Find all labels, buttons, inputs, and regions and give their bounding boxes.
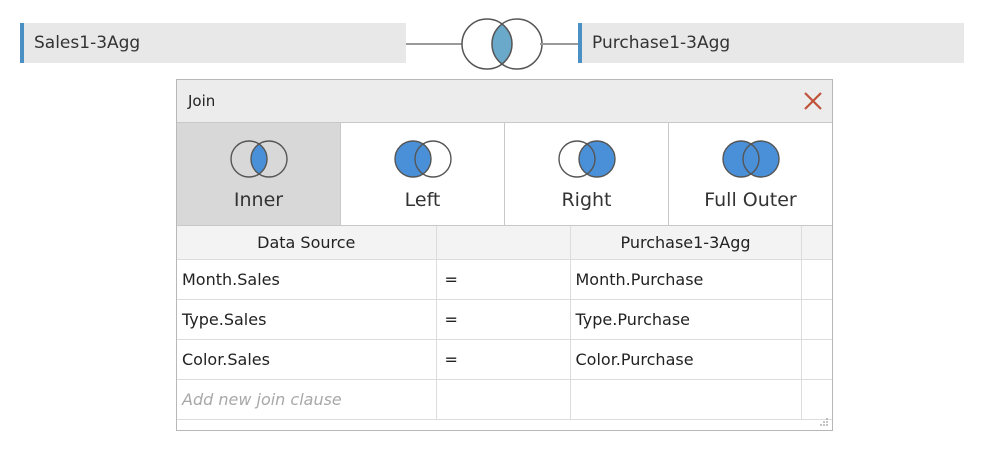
join-type-left-button[interactable]: Left: [341, 123, 505, 225]
add-join-clause-cell[interactable]: Add new join clause: [177, 379, 437, 420]
right-field-cell[interactable]: Type.Purchase: [570, 299, 802, 340]
right-data-source-pill[interactable]: Purchase1-3Agg: [578, 23, 964, 63]
left-data-source-label: Sales1-3Agg: [34, 33, 141, 53]
join-type-label: Right: [561, 189, 612, 211]
column-header-spacer: [801, 226, 832, 260]
connector-line-left: [406, 43, 462, 45]
column-header-operator: [436, 226, 571, 260]
column-header-right-source: Purchase1-3Agg: [570, 226, 802, 260]
resize-grip-icon[interactable]: [819, 417, 829, 427]
join-clause-table: Data Source Purchase1-3Agg Month.Sales =…: [177, 226, 832, 420]
right-field-cell[interactable]: Month.Purchase: [570, 259, 802, 300]
join-dialog: Join Inner Left Right Full Outer Data So…: [176, 79, 833, 431]
row-spacer-cell: [801, 259, 832, 300]
join-type-label: Full Outer: [704, 189, 797, 211]
row-spacer-cell: [801, 339, 832, 380]
operator-cell[interactable]: =: [436, 259, 571, 300]
join-type-selector: Inner Left Right Full Outer: [177, 123, 832, 226]
inner-join-venn-icon[interactable]: [458, 16, 546, 72]
add-clause-row: Add new join clause: [177, 379, 832, 420]
right-join-icon: [557, 140, 616, 178]
join-type-right-button[interactable]: Right: [505, 123, 669, 225]
table-header-row: Data Source Purchase1-3Agg: [177, 226, 832, 260]
row-spacer-cell: [801, 299, 832, 340]
join-type-label: Left: [404, 189, 441, 211]
join-type-inner-button[interactable]: Inner: [177, 123, 341, 225]
connector-line-right: [540, 43, 578, 45]
join-editor: Sales1-3Agg Purchase1-3Agg Join Inner Le…: [0, 0, 1003, 453]
left-join-icon: [393, 140, 452, 178]
dialog-header: Join: [177, 80, 832, 123]
join-type-full-outer-button[interactable]: Full Outer: [669, 123, 832, 225]
column-header-data-source: Data Source: [177, 226, 437, 260]
join-type-label: Inner: [233, 189, 284, 211]
right-data-source-label: Purchase1-3Agg: [592, 33, 731, 53]
row-spacer-cell: [801, 379, 832, 420]
left-field-cell[interactable]: Month.Sales: [177, 259, 437, 300]
table-row: Month.Sales = Month.Purchase: [177, 259, 832, 300]
left-data-source-pill[interactable]: Sales1-3Agg: [20, 23, 406, 63]
operator-cell[interactable]: =: [436, 339, 571, 380]
empty-cell: [570, 379, 802, 420]
inner-join-icon: [229, 140, 288, 178]
left-field-cell[interactable]: Color.Sales: [177, 339, 437, 380]
empty-cell: [436, 379, 571, 420]
close-icon[interactable]: [800, 88, 826, 114]
dialog-title: Join: [188, 92, 216, 110]
table-row: Color.Sales = Color.Purchase: [177, 339, 832, 380]
left-field-cell[interactable]: Type.Sales: [177, 299, 437, 340]
full-outer-join-icon: [721, 140, 780, 178]
operator-cell[interactable]: =: [436, 299, 571, 340]
right-field-cell[interactable]: Color.Purchase: [570, 339, 802, 380]
table-row: Type.Sales = Type.Purchase: [177, 299, 832, 340]
